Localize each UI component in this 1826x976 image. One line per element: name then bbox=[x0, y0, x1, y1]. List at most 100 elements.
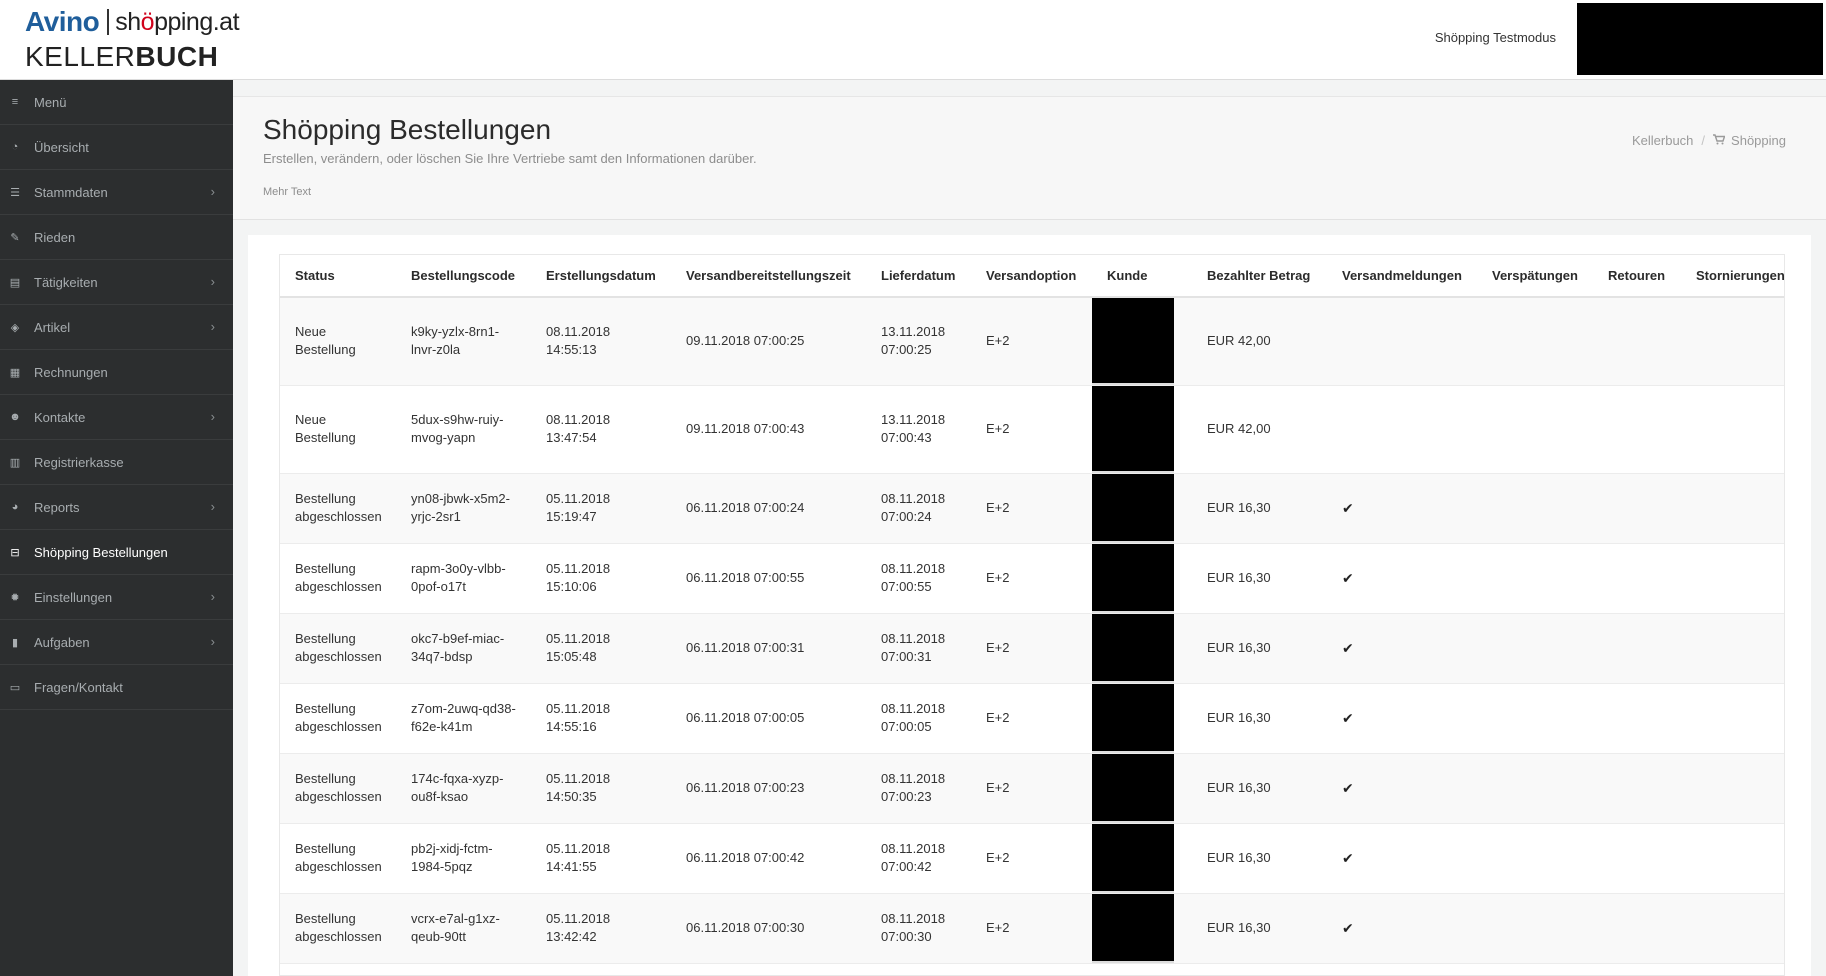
cog-icon: ✹ bbox=[10, 591, 20, 604]
sidebar-item-fragen-kontakt[interactable]: ▭ Fragen/Kontakt bbox=[0, 665, 233, 710]
chevron-right-icon: › bbox=[210, 409, 215, 424]
status-cell-line-2: abgeschlossen bbox=[295, 789, 382, 804]
logo-shopping: shöpping.at bbox=[115, 8, 239, 37]
sidebar-item-rechnungen[interactable]: ▦ Rechnungen bbox=[0, 350, 233, 395]
table-row[interactable]: Bestellung abgeschlossen rapm-3o0y-vlbb- 0p… bbox=[280, 543, 1784, 614]
returns-cell bbox=[1593, 385, 1681, 474]
table-row[interactable]: Bestellung abgeschlossen pb2j-xidj-fctm- 19… bbox=[280, 823, 1784, 894]
shipping-option-cell: E+2 bbox=[971, 543, 1092, 614]
chevron-right-icon: › bbox=[210, 499, 215, 514]
sidebar-item-menü[interactable]: ≡ Menü bbox=[0, 80, 233, 125]
column-header[interactable]: Bezahlter Betrag bbox=[1192, 255, 1327, 298]
calculator-icon: ▥ bbox=[9, 456, 21, 469]
sidebar-item-artikel[interactable]: ◈ Artikel › bbox=[0, 305, 233, 350]
sidebar-item-rieden[interactable]: ✎ Rieden bbox=[0, 215, 233, 260]
customer-cell bbox=[1092, 297, 1192, 386]
status-cell-line-2: abgeschlossen bbox=[295, 649, 382, 664]
table-row[interactable]: Bestellung abgeschlossen 174c-fqxa-xyzp-ou… bbox=[280, 753, 1784, 824]
check-icon: ✔ bbox=[1342, 709, 1354, 726]
returns-cell bbox=[1593, 297, 1681, 386]
sidebar-item-label: Aufgaben bbox=[34, 634, 90, 650]
table-row[interactable]: Bestellung abgeschlossen yn08-jbwk-x5m2- yr… bbox=[280, 473, 1784, 544]
pencil-icon: ✎ bbox=[10, 231, 20, 244]
returns-cell bbox=[1593, 543, 1681, 614]
column-header[interactable]: Kunde bbox=[1092, 255, 1192, 298]
cancellations-cell bbox=[1681, 753, 1784, 824]
sidebar-item-einstellungen[interactable]: ✹ Einstellungen › bbox=[0, 575, 233, 620]
column-header[interactable]: Status bbox=[280, 255, 396, 298]
paid-amount-cell: EUR 16,30 bbox=[1192, 893, 1327, 964]
order-code-cell-line-1: z7om-2uwq-qd38- bbox=[411, 701, 516, 716]
breadcrumb-home[interactable]: Kellerbuch bbox=[1632, 133, 1693, 148]
order-code-cell-line-2: qeub-90tt bbox=[411, 929, 466, 944]
sidebar-item-shöpping-bestellungen[interactable]: ⊟ Shöpping Bestellungen bbox=[0, 530, 233, 575]
created-date-cell-line-2: 14:55:13 bbox=[546, 342, 597, 358]
ready-time-cell: 06.11.2018 07:00:30 bbox=[671, 893, 866, 964]
sidebar-item-aufgaben[interactable]: ▮ Aufgaben › bbox=[0, 620, 233, 665]
delivery-date-cell: 08.11.2018 07:00:05 bbox=[866, 683, 971, 754]
bars-icon: ≡ bbox=[11, 96, 19, 108]
check-icon: ✔ bbox=[1342, 779, 1354, 796]
order-code-cell-line-1: k9ky-yzlx-8rn1- bbox=[411, 324, 500, 340]
logo-shop-suffix: pping.at bbox=[154, 7, 240, 36]
users-icon: ☻ bbox=[9, 411, 21, 423]
column-header[interactable]: Versandmeldungen bbox=[1327, 255, 1477, 298]
sidebar-item-tätigkeiten[interactable]: ▤ Tätigkeiten › bbox=[0, 260, 233, 305]
sidebar-item-label: Tätigkeiten bbox=[34, 274, 98, 290]
column-header[interactable]: Erstellungsdatum bbox=[531, 255, 671, 298]
table-row[interactable]: Bestellung abgeschlossen vcrx-e7al-g1xz-qe… bbox=[280, 893, 1784, 964]
created-date-cell-line-1: 05.11.2018 bbox=[546, 491, 611, 506]
table-row[interactable]: Bestellung abgeschlossen z7om-2uwq-qd38- f6… bbox=[280, 683, 1784, 754]
table-row[interactable]: Neue Bestellung k9ky-yzlx-8rn1- lnvr-z0la 08… bbox=[280, 297, 1784, 386]
delivery-date-cell-line-1: 08.11.2018 bbox=[881, 561, 946, 576]
ready-time-cell: 06.11.2018 07:00:55 bbox=[671, 543, 866, 614]
shipping-notice-cell bbox=[1327, 385, 1477, 474]
orders-table-container[interactable]: Status Bestellungscode Erstellungsdatum Ver… bbox=[279, 254, 1785, 976]
logo-buch: BUCH bbox=[135, 41, 219, 72]
status-cell-line-2: abgeschlossen bbox=[295, 859, 382, 874]
check-icon: ✔ bbox=[1342, 919, 1354, 936]
app-logo[interactable]: Avino shöpping.at KELLERBUCH bbox=[25, 5, 245, 75]
dashboard-icon: ◔ bbox=[11, 141, 19, 153]
shipping-option-cell: E+2 bbox=[971, 473, 1092, 544]
delays-cell bbox=[1477, 753, 1593, 824]
order-code-cell: yn08-jbwk-x5m2- yrjc-2sr1 bbox=[396, 473, 531, 544]
returns-cell bbox=[1593, 683, 1681, 754]
status-cell-line-1: Bestellung bbox=[295, 701, 356, 716]
column-header[interactable]: Stornierungen bbox=[1681, 255, 1784, 298]
order-code-cell-line-1: vcrx-e7al-g1xz- bbox=[411, 911, 500, 926]
sidebar-item-reports[interactable]: ◕ Reports › bbox=[0, 485, 233, 530]
created-date-cell: 05.11.2018 14:41:55 bbox=[531, 823, 671, 894]
logo-brand: Avino bbox=[25, 6, 100, 37]
column-header[interactable]: Bestellungscode bbox=[396, 255, 531, 298]
shipping-notice-cell: ✔ bbox=[1327, 473, 1477, 544]
created-date-cell: 08.11.2018 13:47:54 bbox=[531, 385, 671, 474]
breadcrumb-separator: / bbox=[1701, 133, 1706, 148]
sidebar-item-label: Menü bbox=[34, 94, 67, 110]
breadcrumb-current: Shöpping bbox=[1731, 133, 1786, 148]
table-header-row: Status Bestellungscode Erstellungsdatum Ver… bbox=[280, 255, 1784, 298]
table-row[interactable]: Neue Bestellung 5dux-s9hw-ruiy-mvog-yapn 08… bbox=[280, 385, 1784, 474]
returns-cell bbox=[1593, 823, 1681, 894]
sidebar-item-stammdaten[interactable]: ☰ Stammdaten › bbox=[0, 170, 233, 215]
column-header[interactable]: Verspätungen bbox=[1477, 255, 1593, 298]
order-code-cell-line-2: 0pof-o17t bbox=[411, 579, 466, 594]
paid-amount-cell: EUR 16,30 bbox=[1192, 613, 1327, 684]
column-header[interactable]: Versandbereitstellungszeit bbox=[671, 255, 866, 298]
created-date-cell: 05.11.2018 15:10:06 bbox=[531, 543, 671, 614]
table-row[interactable]: Bestellung abgeschlossen okc7-b9ef-miac- 34… bbox=[280, 613, 1784, 684]
order-code-cell: okc7-b9ef-miac- 34q7-bdsp bbox=[396, 613, 531, 684]
column-header[interactable]: Versandoption bbox=[971, 255, 1092, 298]
status-cell-line-1: Bestellung bbox=[295, 841, 356, 856]
column-header[interactable]: Lieferdatum bbox=[866, 255, 971, 298]
ready-time-cell: 06.11.2018 07:00:42 bbox=[671, 823, 866, 894]
column-header[interactable]: Retouren bbox=[1593, 255, 1681, 298]
more-text-link[interactable]: Mehr Text bbox=[263, 186, 311, 198]
sidebar-item-übersicht[interactable]: ◔ Übersicht bbox=[0, 125, 233, 170]
sidebar-item-registrierkasse[interactable]: ▥ Registrierkasse bbox=[0, 440, 233, 485]
order-code-cell: 5dux-s9hw-ruiy-mvog-yapn bbox=[396, 385, 531, 474]
created-date-cell-line-1: 05.11.2018 bbox=[546, 841, 611, 856]
delivery-date-cell-line-1: 13.11.2018 bbox=[881, 324, 946, 340]
sidebar-item-kontakte[interactable]: ☻ Kontakte › bbox=[0, 395, 233, 440]
status-cell: Bestellung abgeschlossen bbox=[280, 543, 396, 614]
